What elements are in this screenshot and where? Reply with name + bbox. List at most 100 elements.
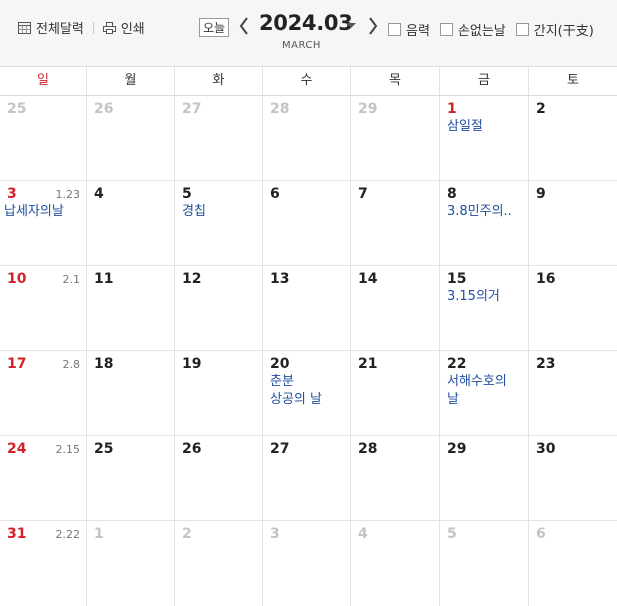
prev-month-arrow-icon[interactable] <box>237 14 251 38</box>
calendar-day-cell[interactable]: 15 3.15의거 <box>440 266 529 350</box>
calendar-day-cell[interactable]: 29 <box>351 96 440 180</box>
day-number: 30 <box>536 441 556 457</box>
day-number: 8 <box>447 186 457 202</box>
next-month-arrow-icon[interactable] <box>366 14 380 38</box>
day-number: 4 <box>94 186 104 202</box>
print-label: 인쇄 <box>120 22 145 37</box>
day-number: 27 <box>182 101 202 117</box>
calendar-day-cell[interactable]: 28 <box>351 436 440 520</box>
ganji-checkbox[interactable] <box>515 23 529 36</box>
calendar-day-cell[interactable]: 8 3.8민주의.. <box>440 181 529 265</box>
option-auspicious-day[interactable]: 손없는날 <box>439 20 506 39</box>
day-number: 25 <box>7 101 27 117</box>
weekday-fri: 금 <box>440 67 529 95</box>
lunar-checkbox[interactable] <box>388 23 401 36</box>
calendar-day-cell[interactable]: 3 <box>263 521 351 606</box>
calendar-week-row: 24 2.15 25 26 27 28 29 30 <box>0 436 617 521</box>
calendar-day-cell[interactable]: 26 <box>87 96 175 180</box>
calendar-day-cell[interactable]: 16 <box>529 266 617 350</box>
day-event-label[interactable]: 납세자의날 <box>4 203 86 220</box>
calendar-weeks: 25 26 27 28 29 1 삼일절 2 3 1.23 납세자의날 4 5 경칩 6 7 8 3.8민주의..… <box>0 96 617 606</box>
lunar-date: 2.15 <box>55 443 81 456</box>
toolbar-left-actions: 전체달력 인쇄 <box>18 18 145 37</box>
weekday-mon: 월 <box>87 67 175 95</box>
auspicious-day-checkbox[interactable] <box>439 23 453 36</box>
day-number: 26 <box>94 101 114 117</box>
day-event-label[interactable]: 서해수호의 <box>447 373 528 390</box>
option-lunar-label: 음력 <box>406 24 430 39</box>
calendar-day-cell[interactable]: 25 <box>0 96 87 180</box>
month-calendar-grid: 일 월 화 수 목 금 토 25 26 27 28 29 1 삼일절 2 3 1.23 납세자의날 4… <box>0 67 617 606</box>
day-number: 6 <box>270 186 280 202</box>
calendar-day-cell[interactable]: 3 1.23 납세자의날 <box>0 181 87 265</box>
day-event-label[interactable]: 춘분 <box>270 373 350 390</box>
month-english-name: MARCH <box>282 40 321 51</box>
calendar-day-cell[interactable]: 24 2.15 <box>0 436 87 520</box>
day-number: 7 <box>358 186 368 202</box>
day-number: 11 <box>94 271 114 287</box>
calendar-day-cell[interactable]: 4 <box>87 181 175 265</box>
day-number: 16 <box>536 271 556 287</box>
day-event-label[interactable]: 3.15의거 <box>447 288 528 305</box>
calendar-day-cell[interactable]: 6 <box>263 181 351 265</box>
calendar-day-cell[interactable]: 22 서해수호의 날 <box>440 351 529 435</box>
day-number: 5 <box>182 186 192 202</box>
day-event-label[interactable]: 상공의 날 <box>270 391 350 408</box>
calendar-day-cell[interactable]: 2 <box>529 96 617 180</box>
calendar-day-cell[interactable]: 26 <box>175 436 263 520</box>
toolbar-divider <box>92 21 94 34</box>
calendar-day-cell[interactable]: 31 2.22 <box>0 521 87 606</box>
day-event-label[interactable]: 경칩 <box>182 203 262 220</box>
calendar-day-cell[interactable]: 25 <box>87 436 175 520</box>
calendar-day-cell[interactable]: 1 삼일절 <box>440 96 529 180</box>
calendar-day-cell[interactable]: 11 <box>87 266 175 350</box>
lunar-date: 2.22 <box>55 528 81 541</box>
full-calendar-button[interactable]: 전체달력 <box>18 18 84 37</box>
weekday-thu: 목 <box>351 67 440 95</box>
weekday-tue: 화 <box>175 67 263 95</box>
calendar-day-cell[interactable]: 29 <box>440 436 529 520</box>
calendar-day-cell[interactable]: 4 <box>351 521 440 606</box>
calendar-day-cell[interactable]: 12 <box>175 266 263 350</box>
print-button[interactable]: 인쇄 <box>102 18 145 37</box>
calendar-day-cell[interactable]: 20 춘분 상공의 날 <box>263 351 351 435</box>
calendar-day-cell[interactable]: 5 경칩 <box>175 181 263 265</box>
calendar-day-cell[interactable]: 1 <box>87 521 175 606</box>
calendar-day-cell[interactable]: 9 <box>529 181 617 265</box>
weekday-sat: 토 <box>567 73 579 88</box>
today-button[interactable]: 오늘 <box>199 18 230 37</box>
calendar-day-cell[interactable]: 28 <box>263 96 351 180</box>
calendar-day-cell[interactable]: 30 <box>529 436 617 520</box>
day-event-label[interactable]: 3.8민주의.. <box>447 203 528 220</box>
day-number: 15 <box>447 271 467 287</box>
calendar-day-cell[interactable]: 10 2.1 <box>0 266 87 350</box>
day-event-label[interactable]: 날 <box>447 391 528 408</box>
lunar-date: 2.1 <box>62 273 81 286</box>
current-year-month[interactable]: 2024.03 <box>259 11 353 35</box>
calendar-day-cell[interactable]: 18 <box>87 351 175 435</box>
calendar-day-cell[interactable]: 2 <box>175 521 263 606</box>
day-event-label[interactable]: 삼일절 <box>447 118 528 135</box>
calendar-day-cell[interactable]: 19 <box>175 351 263 435</box>
calendar-day-cell[interactable]: 6 <box>529 521 617 606</box>
calendar-day-cell[interactable]: 21 <box>351 351 440 435</box>
calendar-day-cell[interactable]: 27 <box>175 96 263 180</box>
calendar-day-cell[interactable]: 14 <box>351 266 440 350</box>
calendar-day-cell[interactable]: 17 2.8 <box>0 351 87 435</box>
printer-icon <box>102 21 116 34</box>
calendar-week-row: 25 26 27 28 29 1 삼일절 2 <box>0 96 617 181</box>
month-dropdown-caret-icon[interactable] <box>346 23 356 28</box>
calendar-day-cell[interactable]: 5 <box>440 521 529 606</box>
calendar-toolbar: 전체달력 인쇄 오늘 2024.03 MARCH 음력 손없는날 간지(干支) <box>0 0 617 67</box>
day-number: 23 <box>536 356 556 372</box>
option-ganji[interactable]: 간지(干支) <box>515 20 594 39</box>
calendar-day-cell[interactable]: 7 <box>351 181 440 265</box>
full-calendar-label: 전체달력 <box>36 22 84 37</box>
calendar-week-row: 3 1.23 납세자의날 4 5 경칩 6 7 8 3.8민주의.. 9 <box>0 181 617 266</box>
calendar-day-cell[interactable]: 23 <box>529 351 617 435</box>
day-number: 1 <box>447 101 457 117</box>
option-lunar[interactable]: 음력 <box>388 20 430 39</box>
calendar-icon <box>18 21 31 34</box>
calendar-day-cell[interactable]: 27 <box>263 436 351 520</box>
calendar-day-cell[interactable]: 13 <box>263 266 351 350</box>
